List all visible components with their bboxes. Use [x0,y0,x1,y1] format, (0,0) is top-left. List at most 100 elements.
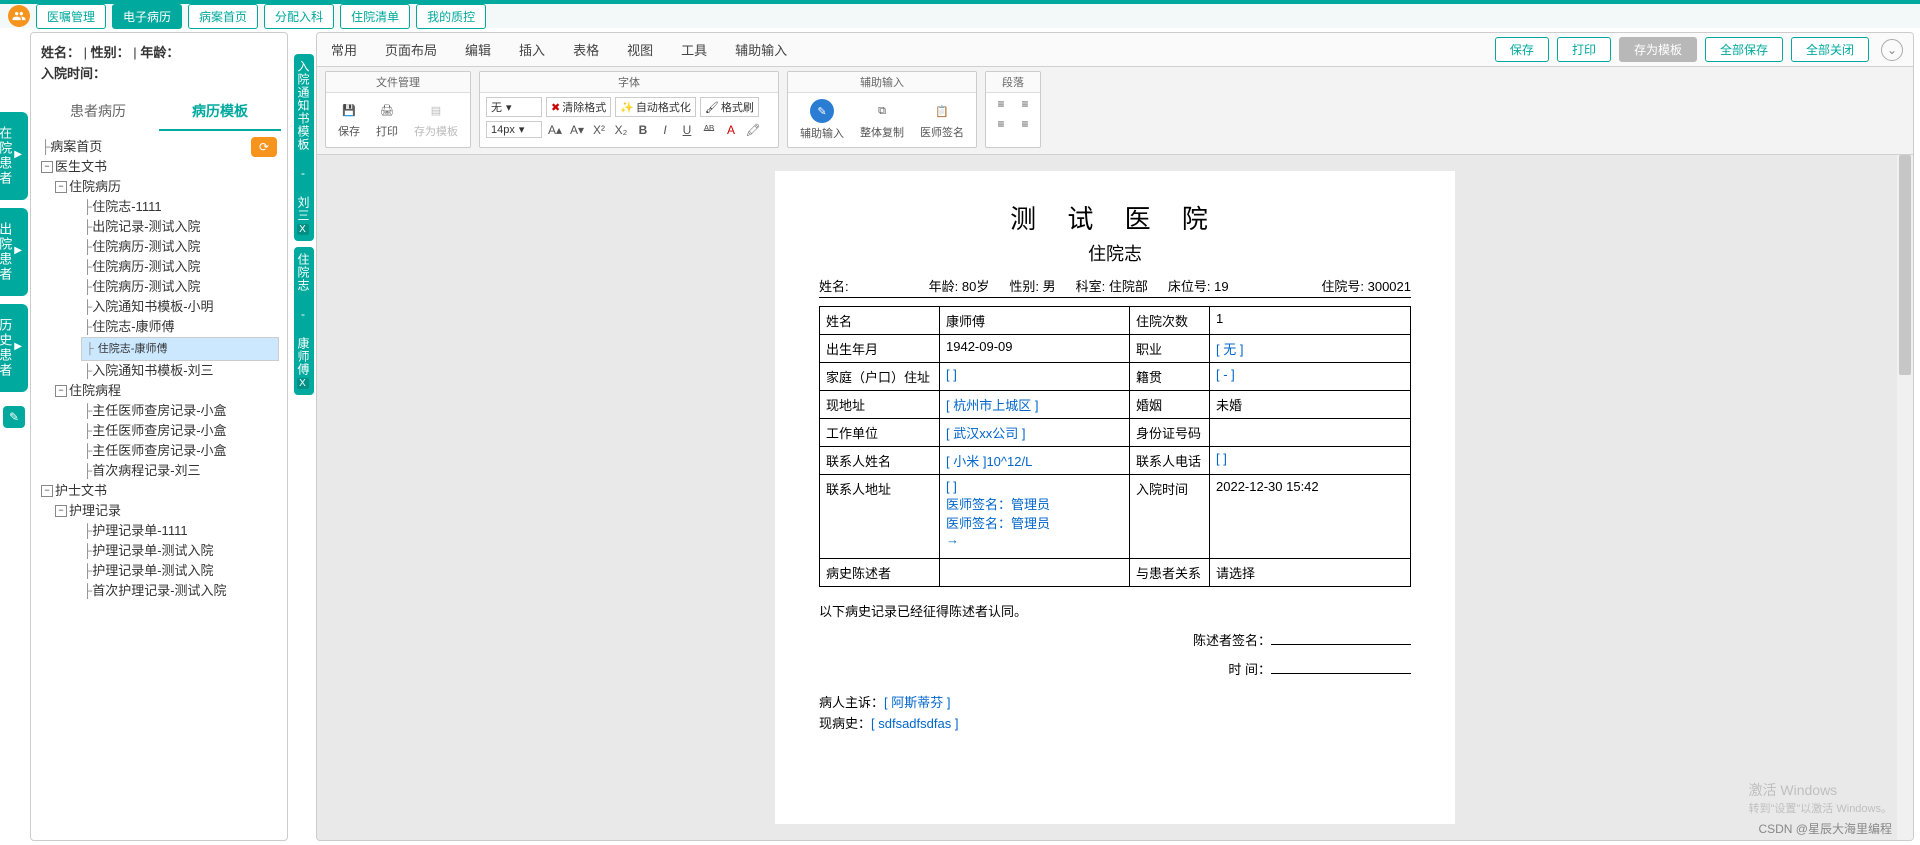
present-illness-field[interactable]: [ sdfsadfsdfas ] [871,716,958,731]
tree-item[interactable]: ├主任医师查房记录-小盒 [81,401,279,421]
nav-orders[interactable]: 医嘱管理 [36,4,106,29]
close-all-button[interactable]: 全部关闭 [1791,37,1869,62]
form-field[interactable]: [ 无 ] [1210,335,1411,363]
tree-item[interactable]: ├主任医师查房记录-小盒 [81,421,279,441]
avatar-icon[interactable] [8,5,30,27]
menu-assist[interactable]: 辅助输入 [735,40,787,59]
collapse-icon[interactable]: − [55,385,67,397]
tree-item[interactable]: ├首次病程记录-刘三 [81,461,279,481]
menu-table[interactable]: 表格 [573,40,599,59]
menu-common[interactable]: 常用 [331,40,357,59]
menu-edit[interactable]: 编辑 [465,40,491,59]
rail-inpatient[interactable]: ▶在院患者 [0,112,28,200]
align-center-icon[interactable]: ≡ [1016,97,1034,111]
tree-item[interactable]: ├住院志-康师傅 [81,317,279,337]
font-grow-icon[interactable]: A▴ [546,123,564,137]
tree-root[interactable]: ├病案首页⟳ [39,137,279,157]
tree-nursing-records[interactable]: −护理记录 [53,501,279,521]
menu-tools[interactable]: 工具 [681,40,707,59]
tree-item[interactable]: ├主任医师查房记录-小盒 [81,441,279,461]
form-field[interactable]: 请选择 [1210,559,1411,587]
tree-item[interactable]: ├护理记录单-1111 [81,521,279,541]
close-icon[interactable]: X [297,224,309,235]
collapse-icon[interactable]: − [41,485,53,497]
save-template-button[interactable]: 存为模板 [1619,37,1697,62]
subscript-icon[interactable]: X₂ [612,123,630,137]
tree-item[interactable]: ├住院病历-测试入院 [81,277,279,297]
nav-list[interactable]: 住院清单 [340,4,410,29]
form-field[interactable]: [ 杭州市上城区 ] [940,391,1130,419]
assist-input-button[interactable]: ✎辅助输入 [794,97,850,143]
form-field[interactable]: 康师傅 [940,307,1130,335]
tree-item[interactable]: ├出院记录-测试入院 [81,217,279,237]
menu-view[interactable]: 视图 [627,40,653,59]
tab-patient-records[interactable]: 患者病历 [37,93,159,131]
time-field[interactable] [1271,673,1411,674]
font-size-select[interactable]: 14px▾ [486,121,542,138]
tree-item[interactable]: ├入院通知书模板-刘三 [81,361,279,381]
collapse-icon[interactable]: − [55,181,67,193]
scrollbar-vertical[interactable] [1897,155,1913,840]
tree-inpatient-records[interactable]: −住院病历 [53,177,279,197]
vtab-admission-notice[interactable]: 入院通知书模板 - 刘三X [294,54,314,241]
ribbon-save[interactable]: 💾保存 [332,97,366,141]
clear-format-button[interactable]: ✖清除格式 [546,97,611,117]
tree-item[interactable]: ├护理记录单-测试入院 [81,541,279,561]
menu-insert[interactable]: 插入 [519,40,545,59]
auto-format-button[interactable]: ✨自动格式化 [615,97,696,117]
vtab-admission-record[interactable]: 住院志 - 康师傅X [294,247,314,395]
rail-history[interactable]: ▶历史患者 [0,304,28,392]
doctor-sign-button[interactable]: 📋医师签名 [914,98,970,142]
form-field[interactable]: 1942-09-09 [940,335,1130,363]
tree-item[interactable]: ├首次护理记录-测试入院 [81,581,279,601]
form-field[interactable] [940,559,1130,587]
nav-qc[interactable]: 我的质控 [416,4,486,29]
font-shrink-icon[interactable]: A▾ [568,123,586,137]
form-field[interactable]: [ - ] [1210,363,1411,391]
form-field[interactable] [1210,419,1411,447]
menu-layout[interactable]: 页面布局 [385,40,437,59]
tree-item[interactable]: ├住院病历-测试入院 [81,257,279,277]
collapse-icon[interactable]: − [41,161,53,173]
tab-templates[interactable]: 病历模板 [159,93,281,131]
document-viewport[interactable]: 测 试 医 院 住院志 姓名: 年龄: 80岁 性别: 男 科室: 住院部 床位… [317,155,1913,840]
nav-front[interactable]: 病案首页 [188,4,258,29]
strike-icon[interactable]: ᴬᴮ [700,123,718,137]
nav-emr[interactable]: 电子病历 [112,4,182,29]
bold-icon[interactable]: B [634,123,652,137]
ribbon-print[interactable]: 🖨打印 [370,97,404,141]
chevron-down-icon[interactable]: ⌄ [1881,39,1903,61]
copy-all-button[interactable]: ⧉整体复制 [854,98,910,142]
format-brush-button[interactable]: 🖌格式刷 [700,97,759,117]
narrator-sign-field[interactable] [1271,644,1411,645]
document-page[interactable]: 测 试 医 院 住院志 姓名: 年龄: 80岁 性别: 男 科室: 住院部 床位… [775,171,1455,824]
form-field[interactable]: 1 [1210,307,1411,335]
save-all-button[interactable]: 全部保存 [1705,37,1783,62]
tree-item[interactable]: ├入院通知书模板-小明 [81,297,279,317]
tree-item[interactable]: ├住院志-1111 [81,197,279,217]
form-field[interactable]: 未婚 [1210,391,1411,419]
tree-progress-notes[interactable]: −住院病程 [53,381,279,401]
print-button[interactable]: 打印 [1557,37,1611,62]
collapse-icon[interactable]: − [55,505,67,517]
tree-doctor-docs[interactable]: −医生文书 [39,157,279,177]
save-button[interactable]: 保存 [1495,37,1549,62]
qc-icon[interactable]: ✎ [3,406,25,428]
rail-discharged[interactable]: ▶出院患者 [0,208,28,296]
tree-item[interactable]: ├住院病历-测试入院 [81,237,279,257]
italic-icon[interactable]: I [656,123,674,137]
chief-complaint-field[interactable]: [ 阿斯蒂芬 ] [884,695,950,710]
superscript-icon[interactable]: X² [590,123,608,137]
form-field[interactable]: [ 武汉xx公司 ] [940,419,1130,447]
tree-item[interactable]: ├护理记录单-测试入院 [81,561,279,581]
refresh-icon[interactable]: ⟳ [251,137,277,157]
highlight-icon[interactable]: 🖍 [744,123,762,137]
form-field[interactable]: [ ] [940,363,1130,391]
form-field[interactable]: [ ] [1210,447,1411,475]
tree-nurse-docs[interactable]: −护士文书 [39,481,279,501]
form-field[interactable]: [ ] 医师签名：管理员 医师签名：管理员→ [940,475,1130,559]
underline-icon[interactable]: U [678,123,696,137]
font-family-select[interactable]: 无▾ [486,97,542,117]
tree-item[interactable]: ├住院志-康师傅 [81,337,279,361]
align-right-icon[interactable]: ≡ [992,117,1010,131]
